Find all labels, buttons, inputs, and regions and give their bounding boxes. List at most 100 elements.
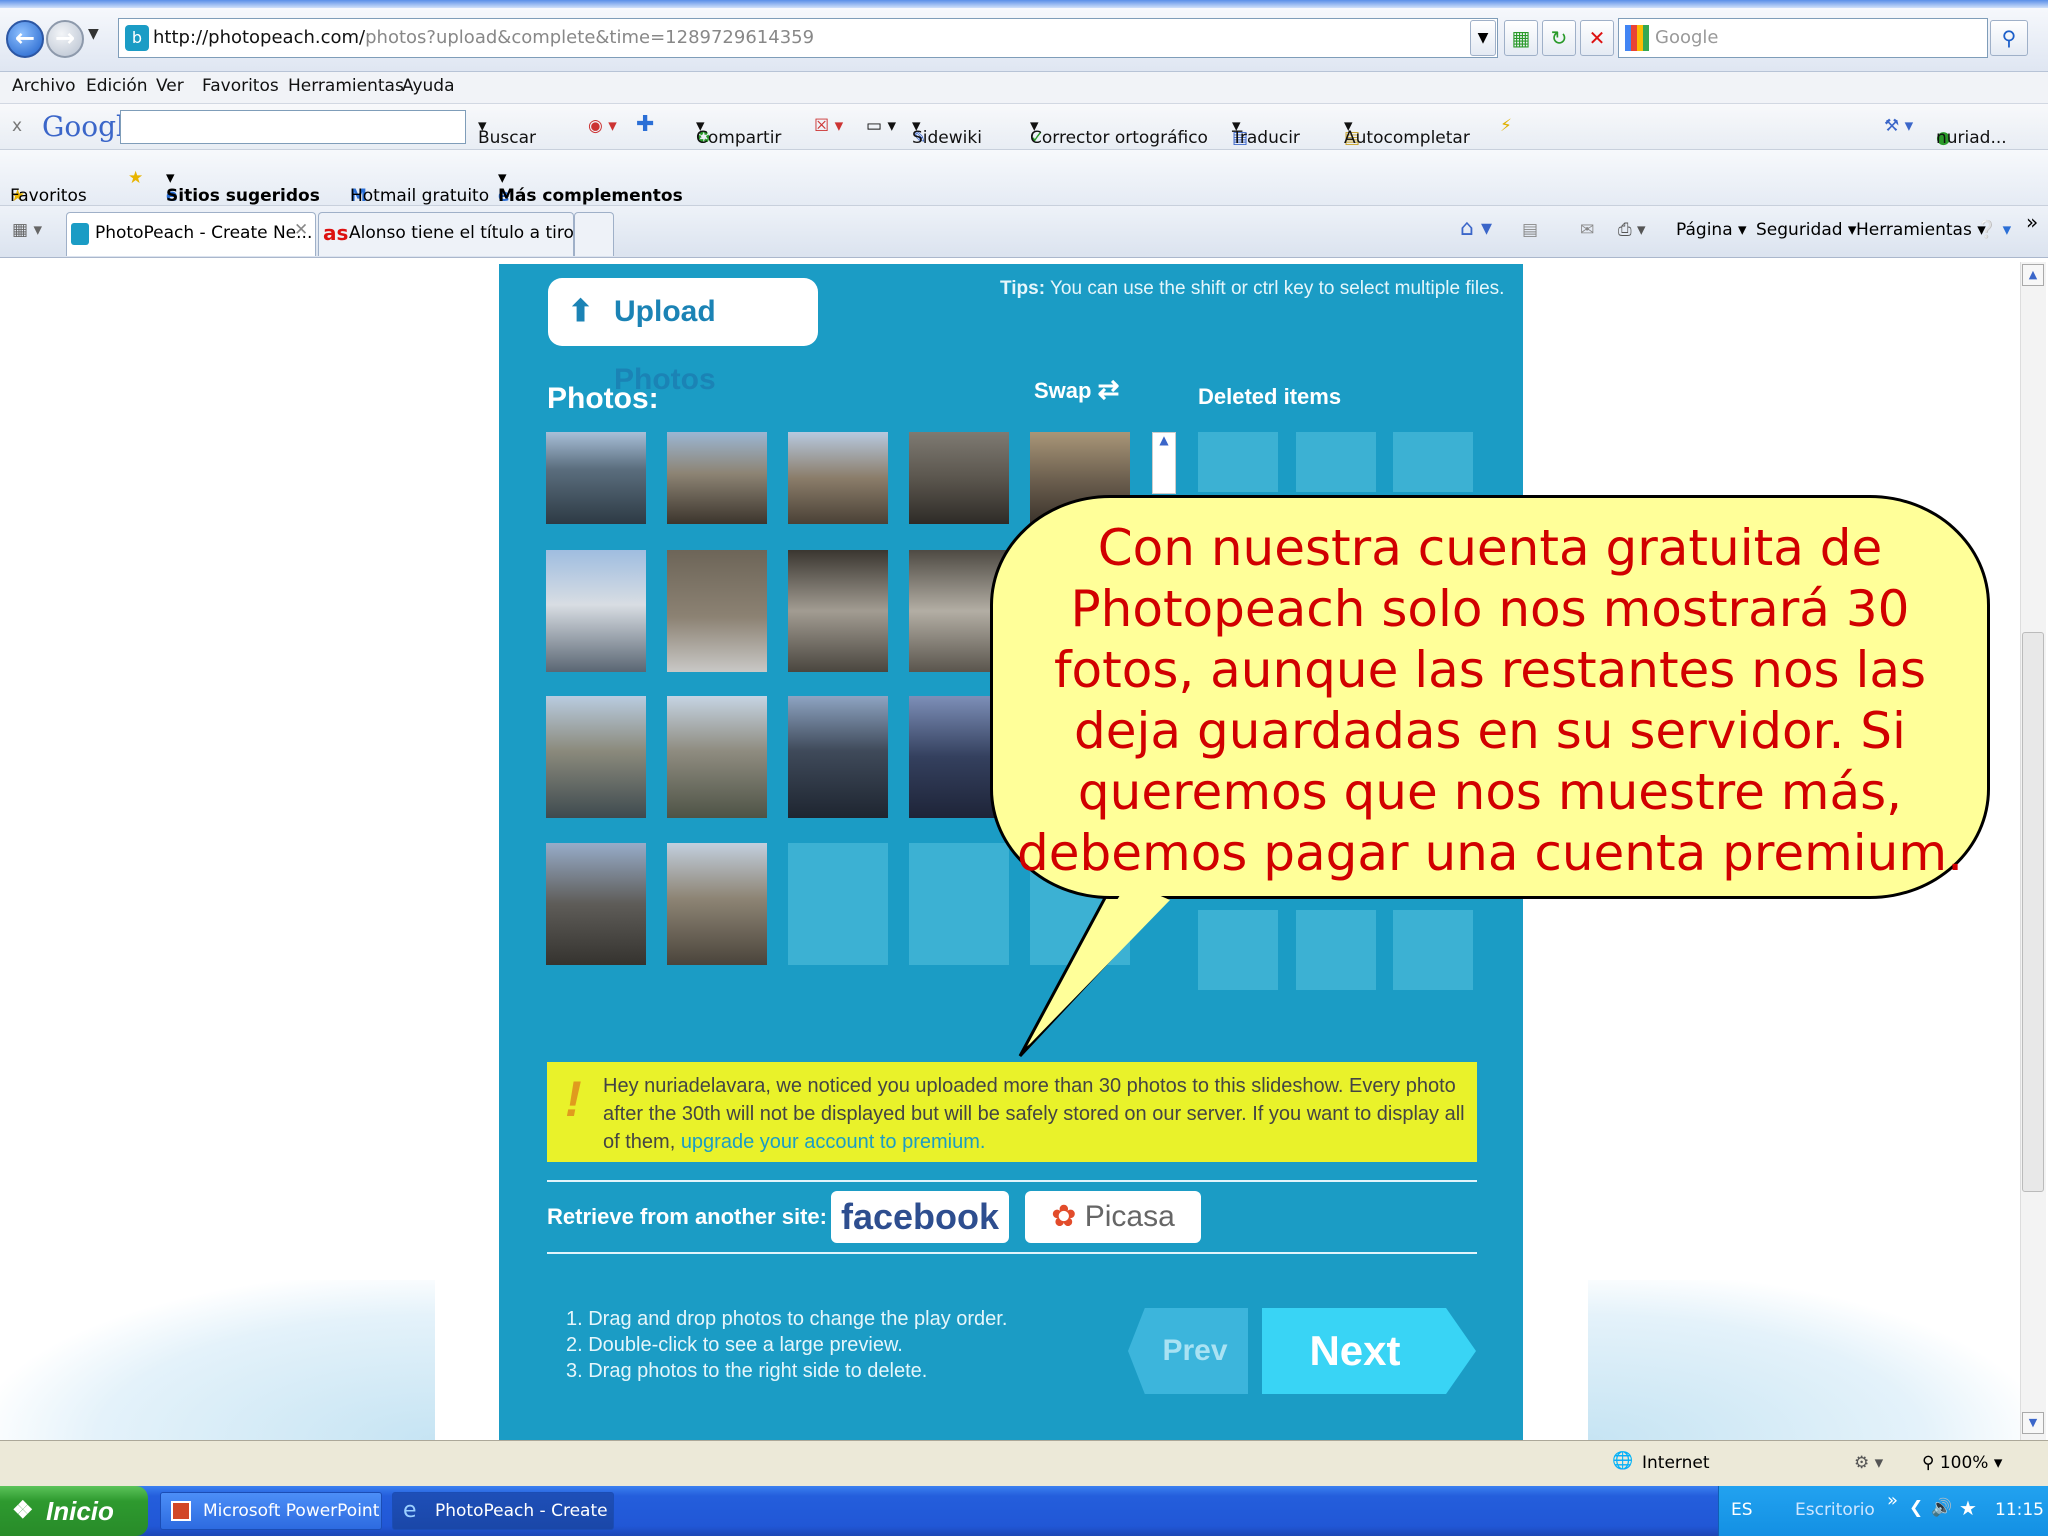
decorative-wave-left — [0, 1280, 435, 1440]
new-tab-button[interactable] — [574, 212, 614, 256]
highlight-icon[interactable]: ⚡ — [1500, 116, 1512, 136]
google-search-icon — [1625, 25, 1649, 51]
add-button-icon[interactable]: ✚ — [636, 112, 654, 137]
address-bar-row: ← → ▼ b http://photopeach.com/photos?upl… — [0, 8, 2048, 72]
callout-tail-cover — [1028, 882, 1170, 1046]
sidewiki-label: Sidewiki — [912, 128, 982, 148]
photos-scroll-up-icon[interactable]: ▲ — [1152, 432, 1176, 494]
autocompletar-button[interactable]: ▤ Autocompletar ▾ — [1344, 116, 1470, 148]
buscar-label: Buscar — [478, 128, 537, 148]
photo-thumbnail[interactable] — [667, 432, 767, 524]
pagina-menu[interactable]: Página ▾ — [1676, 220, 1747, 240]
url-dropdown-icon[interactable]: ▼ — [1470, 20, 1496, 56]
photo-thumbnail[interactable] — [667, 696, 767, 818]
pagina-label: Página — [1676, 220, 1733, 240]
compartir-button[interactable]: ♻ Compartir ▾ — [696, 116, 781, 148]
volume-icon[interactable]: 🔊 — [1931, 1498, 1952, 1518]
menu-edicion[interactable]: Edición — [86, 76, 148, 96]
swap-button[interactable]: Swap ⇄ — [1034, 374, 1119, 405]
photo-thumbnail[interactable] — [546, 696, 646, 818]
zoom-icon: ⚲ — [1922, 1453, 1935, 1473]
next-button[interactable]: Next — [1262, 1308, 1476, 1394]
search-icon[interactable]: ⚲ — [1990, 20, 2028, 56]
mas-complementos-button[interactable]: e Más complementos ▾ — [498, 168, 683, 206]
scroll-down-icon[interactable]: ▼ — [2022, 1412, 2044, 1434]
compat-view-icon[interactable]: ▦ — [1504, 20, 1538, 56]
tab-alonso[interactable]: as Alonso tiene el título a tiro de... — [318, 212, 574, 256]
page-scrollbar[interactable]: ▲ ▼ — [2020, 262, 2046, 1440]
menu-ayuda[interactable]: Ayuda — [402, 76, 455, 96]
instructions-list: 1. Drag and drop photos to change the pl… — [566, 1306, 1007, 1384]
help-icon[interactable]: ❔ ▾ — [1976, 220, 2011, 240]
photo-thumbnail[interactable] — [788, 696, 888, 818]
compartir-label: Compartir — [696, 128, 782, 148]
forward-button[interactable]: → — [46, 20, 84, 58]
photo-thumbnail[interactable] — [546, 843, 646, 965]
instruction-item: 2. Double-click to see a large preview. — [566, 1334, 903, 1356]
bookmark-icon[interactable]: ☒ ▾ — [814, 116, 843, 136]
facebook-button[interactable]: facebook — [831, 1191, 1009, 1243]
menu-archivo[interactable]: Archivo — [12, 76, 76, 96]
google-toolbar-search-input[interactable] — [120, 110, 466, 144]
photo-thumbnail[interactable] — [546, 432, 646, 524]
network-icon[interactable]: ★ — [1959, 1496, 1977, 1520]
photo-thumbnail[interactable] — [667, 550, 767, 672]
scroll-up-icon[interactable]: ▲ — [2022, 264, 2044, 286]
more-commands-icon[interactable]: » — [2026, 210, 2038, 234]
photo-thumbnail[interactable] — [667, 843, 767, 965]
menu-herramientas[interactable]: Herramientas — [288, 76, 404, 96]
add-favorite-icon[interactable]: ★ — [128, 168, 143, 188]
upgrade-account-link[interactable]: upgrade your account to premium. — [681, 1131, 986, 1153]
print-icon[interactable]: ⎙ ▾ — [1618, 220, 1646, 240]
menu-favoritos[interactable]: Favoritos — [202, 76, 279, 96]
sitios-sugeridos-button[interactable]: e Sitios sugeridos ▾ — [166, 168, 320, 206]
tab-photopeach[interactable]: PhotoPeach - Create Ne... — [66, 212, 316, 256]
history-dropdown-icon[interactable]: ▼ — [88, 26, 99, 42]
mail-icon[interactable]: ✉ — [1580, 220, 1594, 240]
scrollbar-thumb[interactable] — [2022, 632, 2044, 1192]
photo-thumbnail[interactable] — [546, 550, 646, 672]
tray-arrow-icon[interactable]: ❮ — [1909, 1498, 1923, 1518]
task-photopeach[interactable]: e PhotoPeach - Create ... — [392, 1492, 614, 1530]
wrench-icon[interactable]: ⚒ ▾ — [1884, 116, 1913, 136]
menu-ver[interactable]: Ver — [156, 76, 184, 96]
fill-icon[interactable]: ▭ ▾ — [866, 116, 896, 136]
callout-text: Con nuestra cuenta gratuita de Photopeac… — [1017, 519, 1963, 882]
picasa-button[interactable]: ✿ Picasa — [1025, 1191, 1201, 1243]
back-button[interactable]: ← — [6, 20, 44, 58]
buscar-button[interactable]: Buscar ▾ — [478, 116, 536, 148]
search-input[interactable]: Google — [1618, 18, 1988, 58]
close-toolbar-icon[interactable]: x — [12, 116, 22, 136]
quick-tabs-icon[interactable]: ▦ ▾ — [12, 220, 42, 240]
desktop-toolbar[interactable]: Escritorio — [1795, 1500, 1875, 1520]
home-icon[interactable]: ⌂ ▾ — [1460, 216, 1492, 241]
stop-icon[interactable]: ✕ — [1580, 20, 1614, 56]
photo-thumbnail[interactable] — [788, 432, 888, 524]
tips-text: Tips: You can use the shift or ctrl key … — [1000, 278, 1504, 300]
prev-button[interactable]: Prev — [1128, 1308, 1248, 1394]
popup-blocker-icon[interactable]: ◉ ▾ — [588, 116, 617, 136]
system-tray: ES Escritorio » ❮ 🔊 ★ 11:15 — [1718, 1486, 2048, 1536]
corrector-button[interactable]: ✓ Corrector ortográfico ▾ — [1030, 116, 1208, 148]
seguridad-menu[interactable]: Seguridad ▾ — [1756, 220, 1856, 240]
url-input[interactable]: b http://photopeach.com/photos?upload&co… — [118, 18, 1498, 58]
feeds-icon[interactable]: ▤ — [1522, 220, 1538, 240]
refresh-icon[interactable]: ↻ — [1542, 20, 1576, 56]
language-indicator[interactable]: ES — [1731, 1500, 1753, 1520]
traducir-button[interactable]: ▤ Traducir ▾ — [1232, 116, 1300, 148]
close-tab-icon[interactable]: ✕ — [294, 220, 308, 240]
toolbar-expand-icon[interactable]: » — [1887, 1490, 1898, 1511]
photo-thumbnail[interactable] — [788, 550, 888, 672]
task-powerpoint[interactable]: Microsoft PowerPoint ... — [160, 1492, 382, 1530]
start-button[interactable]: ❖ Inicio — [0, 1486, 148, 1536]
photo-thumbnail[interactable] — [909, 432, 1009, 524]
sidewiki-button[interactable]: ✎ Sidewiki ▾ — [912, 116, 982, 148]
empty-photo-slot — [788, 843, 888, 965]
protected-mode-icon[interactable]: ⚙ ▾ — [1854, 1453, 1883, 1473]
zoom-control[interactable]: ⚲ 100% ▾ — [1922, 1453, 2002, 1473]
photo-limit-warning: ! Hey nuriadelavara, we noticed you uplo… — [547, 1062, 1477, 1162]
user-label: nuriad... — [1936, 128, 2007, 148]
picasa-label: Picasa — [1084, 1200, 1175, 1233]
upload-photos-button[interactable]: ⬆ Upload Photos — [548, 278, 818, 396]
herramientas-menu[interactable]: Herramientas ▾ — [1856, 220, 1986, 240]
